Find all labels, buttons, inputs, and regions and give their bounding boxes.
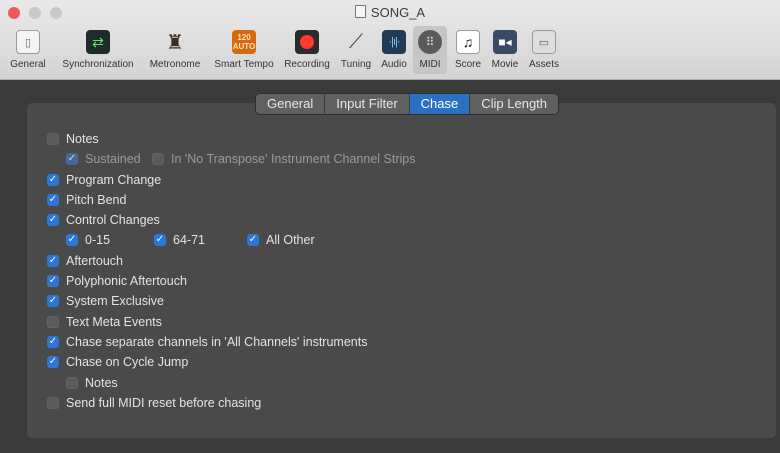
midi-tab-bar: General Input Filter Chase Clip Length — [256, 94, 559, 114]
chase-system-exclusive-option[interactable]: ✓ System Exclusive — [47, 293, 164, 309]
chase-polyphonic-aftertouch-option[interactable]: ✓ Polyphonic Aftertouch — [47, 273, 187, 289]
toolbar-item-audio[interactable]: ·|ı|· Audio — [377, 26, 411, 74]
cycle-jump-notes-checkbox[interactable] — [66, 377, 78, 389]
tab-chase[interactable]: Chase — [409, 94, 471, 114]
chase-control-changes-option[interactable]: ✓ Control Changes — [47, 212, 160, 228]
toolbar-item-score[interactable]: ♫ Score — [450, 26, 486, 74]
tab-clip-length[interactable]: Clip Length — [470, 94, 558, 114]
chase-notes-option[interactable]: Notes — [47, 131, 99, 147]
score-note-icon: ♫ — [456, 30, 480, 54]
chase-cc-all-other-checkbox[interactable]: ✓ — [247, 234, 259, 246]
cycle-jump-notes-option[interactable]: Notes — [66, 375, 118, 391]
chase-cc-64-71-option[interactable]: ✓ 64-71 — [154, 232, 205, 248]
assets-briefcase-icon: ▭ — [532, 30, 556, 54]
chase-program-change-checkbox[interactable]: ✓ — [47, 174, 59, 186]
midi-port-icon: ⠿ — [418, 30, 442, 54]
toolbar-item-smart-tempo[interactable]: 120 AUTO Smart Tempo — [207, 26, 281, 74]
toolbar-item-recording[interactable]: Recording — [281, 26, 333, 74]
smart-tempo-icon: 120 AUTO — [232, 30, 256, 54]
chase-cc-64-71-checkbox[interactable]: ✓ — [154, 234, 166, 246]
chase-on-cycle-jump-option[interactable]: ✓ Chase on Cycle Jump — [47, 354, 188, 370]
chase-separate-channels-option[interactable]: ✓ Chase separate channels in 'All Channe… — [47, 334, 367, 350]
tab-general[interactable]: General — [256, 94, 326, 114]
toolbar-item-synchronization[interactable]: ⇄ Synchronization — [54, 26, 142, 74]
chase-cc-0-15-option[interactable]: ✓ 0-15 — [66, 232, 110, 248]
chase-system-exclusive-checkbox[interactable]: ✓ — [47, 295, 59, 307]
chase-control-changes-checkbox[interactable]: ✓ — [47, 214, 59, 226]
chase-aftertouch-checkbox[interactable]: ✓ — [47, 255, 59, 267]
document-icon — [354, 5, 366, 18]
chase-cc-0-15-checkbox[interactable]: ✓ — [66, 234, 78, 246]
chase-notes-checkbox[interactable] — [47, 133, 59, 145]
preferences-window: SONG_A ▯ General ⇄ Synchronization ♜ Met… — [0, 0, 780, 453]
chase-pitch-bend-option[interactable]: ✓ Pitch Bend — [47, 192, 126, 208]
movie-camera-icon: ■◂ — [493, 30, 517, 54]
toolbar-item-general[interactable]: ▯ General — [2, 26, 54, 74]
audio-waveform-icon: ·|ı|· — [382, 30, 406, 54]
chase-text-meta-events-option[interactable]: Text Meta Events — [47, 314, 162, 330]
toolbar-item-midi[interactable]: ⠿ MIDI — [413, 26, 447, 74]
send-midi-reset-option[interactable]: Send full MIDI reset before chasing — [47, 395, 261, 411]
tuning-fork-icon: ⟋ — [349, 30, 363, 53]
chase-text-meta-events-checkbox[interactable] — [47, 316, 59, 328]
toolbar-item-metronome[interactable]: ♜ Metronome — [143, 26, 207, 74]
toolbar: SONG_A ▯ General ⇄ Synchronization ♜ Met… — [0, 0, 780, 80]
tab-input-filter[interactable]: Input Filter — [325, 94, 410, 114]
toolbar-item-assets[interactable]: ▭ Assets — [524, 26, 564, 74]
chase-sustained-checkbox: ✓ — [66, 153, 78, 165]
chase-aftertouch-option[interactable]: ✓ Aftertouch — [47, 253, 123, 269]
record-icon — [295, 30, 319, 54]
toolbar-item-tuning[interactable]: ⟋ Tuning — [336, 26, 376, 74]
chase-polyphonic-aftertouch-checkbox[interactable]: ✓ — [47, 275, 59, 287]
chase-no-transpose-option: In 'No Transpose' Instrument Channel Str… — [152, 151, 415, 167]
chase-pitch-bend-checkbox[interactable]: ✓ — [47, 194, 59, 206]
metronome-icon: ♜ — [166, 31, 184, 54]
chase-program-change-option[interactable]: ✓ Program Change — [47, 172, 161, 188]
window-title: SONG_A — [0, 5, 780, 20]
chase-separate-channels-checkbox[interactable]: ✓ — [47, 336, 59, 348]
chase-on-cycle-jump-checkbox[interactable]: ✓ — [47, 356, 59, 368]
general-icon: ▯ — [16, 30, 40, 54]
synchronization-icon: ⇄ — [86, 30, 110, 54]
chase-cc-all-other-option[interactable]: ✓ All Other — [247, 232, 315, 248]
chase-no-transpose-checkbox — [152, 153, 164, 165]
chase-sustained-option: ✓ Sustained — [66, 152, 141, 166]
toolbar-item-movie[interactable]: ■◂ Movie — [487, 26, 523, 74]
send-midi-reset-checkbox[interactable] — [47, 397, 59, 409]
